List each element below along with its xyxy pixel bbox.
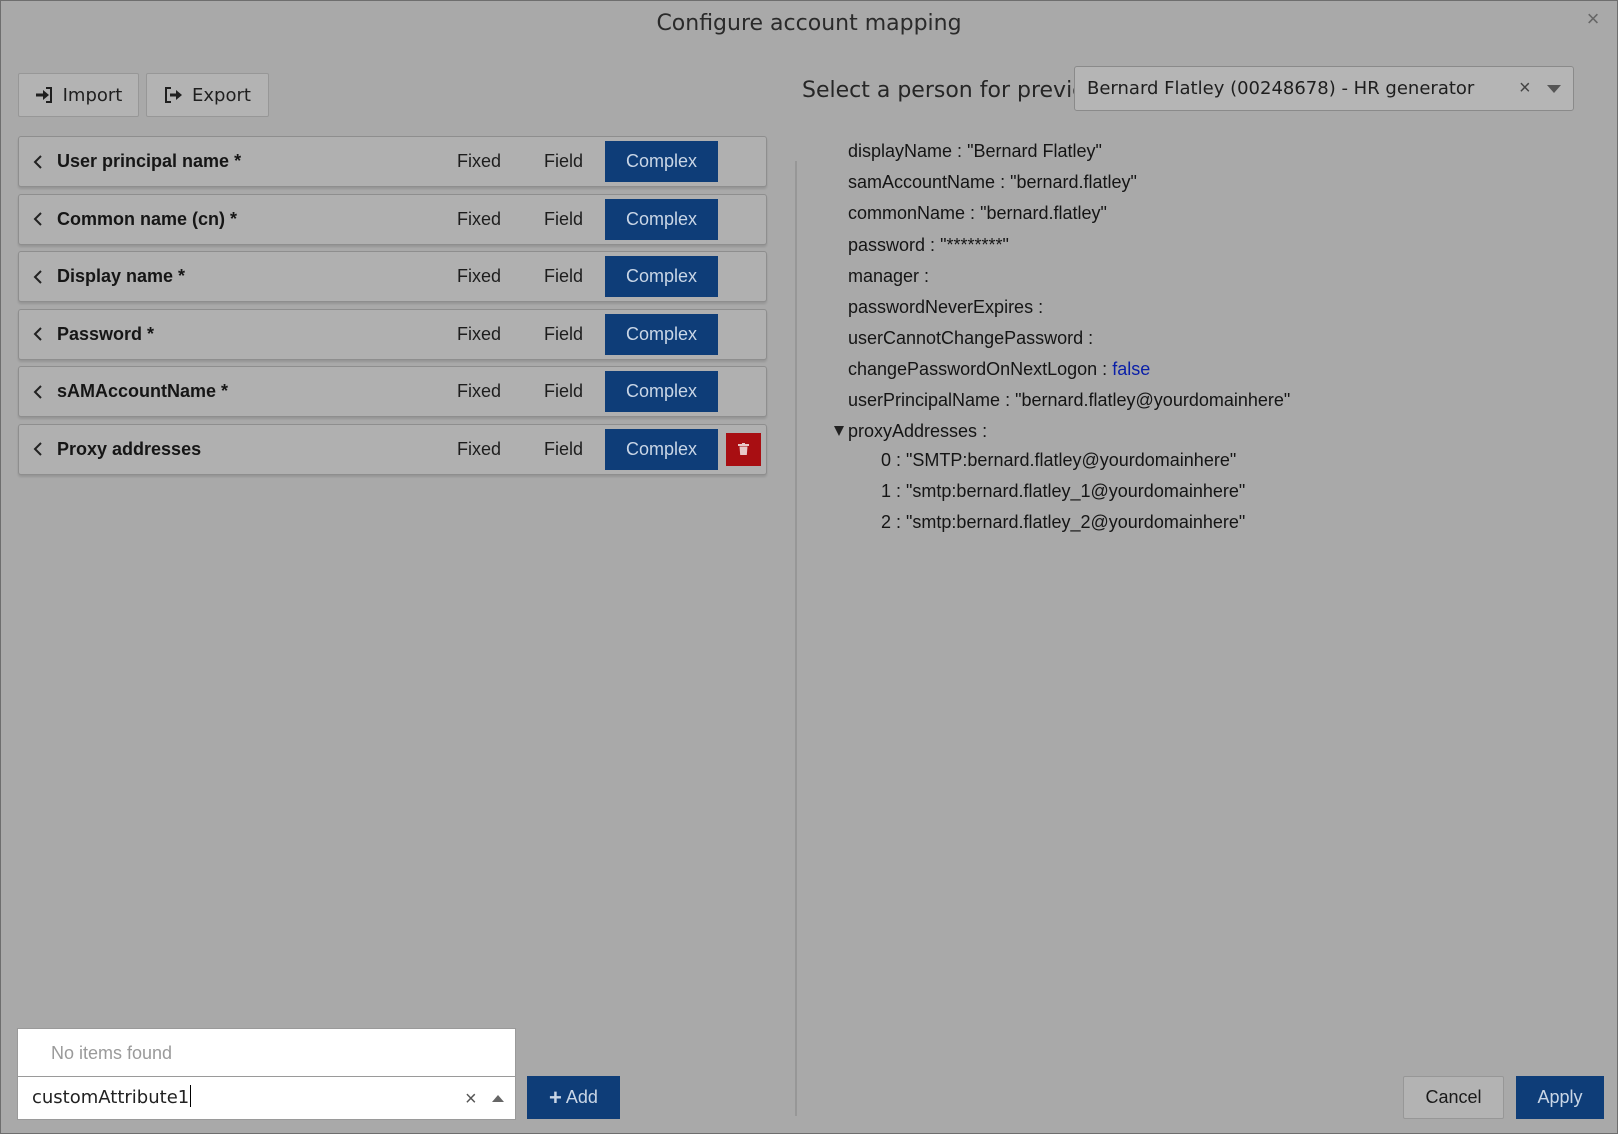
option-complex-selected[interactable]: Complex	[605, 371, 718, 412]
selected-person: Bernard Flatley (00248678) - HR generato…	[1087, 78, 1475, 99]
preview-line: password : "********"	[848, 235, 1009, 255]
mapping-row-proxy-addresses[interactable]: Proxy addresses Fixed Field Complex	[18, 423, 767, 475]
option-complex-selected[interactable]: Complex	[605, 428, 718, 470]
preview-line: samAccountName : "bernard.flatley"	[848, 172, 1137, 192]
panel-divider	[795, 161, 797, 1116]
option-fixed[interactable]: Fixed	[457, 425, 501, 474]
chevron-left-icon[interactable]	[31, 137, 45, 186]
option-fixed[interactable]: Fixed	[457, 137, 501, 186]
mapping-row-user-principal-name[interactable]: User principal name * Fixed Field Comple…	[18, 136, 767, 187]
preview-line: 2 : "smtp:bernard.flatley_2@yourdomainhe…	[881, 512, 1246, 532]
option-fixed[interactable]: Fixed	[457, 195, 501, 244]
preview-line: changePasswordOnNextLogon : false	[848, 359, 1151, 379]
text-cursor	[190, 1085, 192, 1107]
clear-icon[interactable]: ×	[1519, 67, 1531, 110]
boolean-value: false	[1112, 359, 1151, 379]
chevron-left-icon[interactable]	[31, 425, 45, 474]
mapping-row-common-name[interactable]: Common name (cn) * Fixed Field Complex	[18, 193, 767, 245]
option-complex-selected[interactable]: Complex	[605, 256, 718, 297]
sign-in-icon	[35, 87, 52, 103]
mapping-label: sAMAccountName *	[57, 381, 229, 401]
dialog-title: Configure account mapping	[656, 11, 962, 36]
option-complex-selected[interactable]: Complex	[605, 141, 718, 182]
option-field[interactable]: Field	[544, 367, 583, 416]
add-label: Add	[565, 1087, 598, 1107]
delete-mapping-button[interactable]	[726, 432, 761, 466]
import-button[interactable]: Import	[18, 73, 139, 117]
mapping-row-password[interactable]: Password * Fixed Field Complex	[18, 308, 767, 360]
option-field[interactable]: Field	[544, 252, 583, 301]
option-complex-selected[interactable]: Complex	[605, 313, 718, 355]
chevron-left-icon[interactable]	[31, 367, 45, 416]
chevron-left-icon[interactable]	[31, 310, 45, 359]
option-field[interactable]: Field	[544, 310, 583, 359]
triangle-down-icon[interactable]	[834, 426, 844, 436]
trash-icon	[738, 443, 749, 455]
mapping-label: User principal name *	[57, 151, 242, 171]
attribute-search-input[interactable]: customAttribute1 ×	[17, 1076, 516, 1120]
mapping-label: Display name *	[57, 266, 186, 286]
no-items-message: No items found	[51, 1043, 173, 1063]
mapping-row-display-name[interactable]: Display name * Fixed Field Complex	[18, 251, 767, 302]
apply-button[interactable]: Apply	[1516, 1076, 1604, 1119]
mapping-label: Common name (cn) *	[57, 208, 238, 229]
option-fixed[interactable]: Fixed	[457, 310, 501, 359]
plus-icon: +	[549, 1084, 562, 1110]
preview-line: userCannotChangePassword :	[848, 328, 1094, 348]
option-fixed[interactable]: Fixed	[457, 367, 501, 416]
option-complex-selected[interactable]: Complex	[605, 198, 718, 240]
add-attribute-button[interactable]: + Add	[527, 1076, 620, 1119]
preview-person-label: Select a person for preview	[802, 78, 1104, 103]
option-field[interactable]: Field	[544, 137, 583, 186]
preview-line: manager :	[848, 266, 930, 286]
sign-out-icon	[165, 87, 183, 103]
option-field[interactable]: Field	[544, 195, 583, 244]
attribute-dropdown-panel: No items found	[17, 1028, 516, 1076]
preview-line: displayName : "Bernard Flatley"	[848, 141, 1102, 161]
preview-line: 1 : "smtp:bernard.flatley_1@yourdomainhe…	[881, 481, 1246, 501]
attribute-input-value[interactable]: customAttribute1	[32, 1077, 192, 1119]
mapping-label: Password *	[57, 323, 155, 344]
mapping-list: User principal name * Fixed Field Comple…	[18, 136, 767, 481]
mapping-row-samaccountname[interactable]: sAMAccountName * Fixed Field Complex	[18, 366, 767, 417]
export-label: Export	[192, 84, 251, 106]
chevron-left-icon[interactable]	[31, 195, 45, 244]
preview-person-select[interactable]: Bernard Flatley (00248678) - HR generato…	[1074, 66, 1574, 111]
import-label: Import	[62, 84, 123, 106]
proxy-addresses-node[interactable]: proxyAddresses :	[834, 418, 987, 444]
option-field[interactable]: Field	[544, 425, 583, 474]
option-fixed[interactable]: Fixed	[457, 252, 501, 301]
chevron-left-icon[interactable]	[31, 252, 45, 301]
preview-line: commonName : "bernard.flatley"	[848, 203, 1107, 223]
close-icon[interactable]: ×	[1583, 8, 1603, 30]
mapping-label: Proxy addresses	[57, 438, 202, 459]
cancel-button[interactable]: Cancel	[1403, 1076, 1504, 1119]
export-button[interactable]: Export	[146, 73, 269, 117]
configure-account-mapping-dialog: Configure account mapping × Import Expor…	[0, 0, 1618, 1134]
chevron-up-icon[interactable]	[492, 1095, 504, 1102]
preview-line: passwordNeverExpires :	[848, 297, 1044, 317]
preview-line: userPrincipalName : "bernard.flatley@you…	[848, 390, 1291, 410]
preview-line: 0 : "SMTP:bernard.flatley@yourdomainhere…	[881, 450, 1237, 470]
clear-icon[interactable]: ×	[465, 1077, 477, 1121]
chevron-down-icon[interactable]	[1547, 85, 1561, 93]
